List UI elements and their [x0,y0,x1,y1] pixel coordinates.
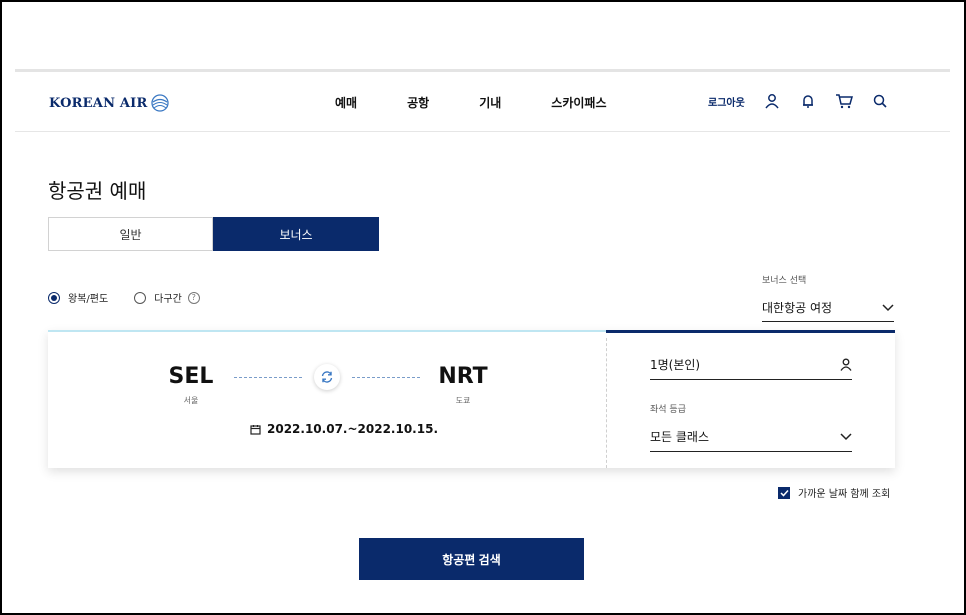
travel-dates[interactable]: 2022.10.07.~2022.10.15. [250,422,438,436]
nav-skypass[interactable]: 스카이패스 [551,94,606,111]
passenger-select[interactable]: 1명(본인) [650,350,852,380]
nearby-dates-label: 가까운 날짜 함께 조회 [798,489,891,500]
swap-airports-button[interactable] [314,364,340,390]
cabin-class-label: 좌석 등급 [650,405,686,415]
chevron-down-icon [840,432,852,440]
logout-link[interactable]: 로그아웃 [708,94,745,109]
origin-code: SEL [168,364,214,389]
panel-divider [606,338,607,468]
passenger-value: 1명(본인) [650,358,701,372]
user-icon[interactable] [763,92,781,110]
site-header: KOREAN AIR 예매 공항 기내 스카이패스 로그아웃 [15,72,950,132]
travel-dates-text: 2022.10.07.~2022.10.15. [267,422,438,436]
search-flights-button[interactable]: 항공편 검색 [359,538,584,580]
bonus-select-value: 대한항공 여정 [762,301,833,315]
calendar-icon [250,424,261,435]
radio-multicity[interactable]: 다구간 ? [134,290,200,305]
booking-type-tabs: 일반 보너스 [48,217,379,251]
nav-booking[interactable]: 예매 [335,94,357,111]
korean-air-logo[interactable]: KOREAN AIR [49,92,170,114]
radio-multicity-label: 다구간 [154,294,182,305]
radio-roundtrip-dot[interactable] [48,291,60,304]
header-utilities: 로그아웃 [708,92,907,110]
nav-airport[interactable]: 공항 [407,94,429,111]
checkbox-checked[interactable] [778,486,790,499]
route-line-left [234,377,302,378]
nav-inflight[interactable]: 기내 [479,94,501,111]
destination-airport[interactable]: NRT 도쿄 [433,364,493,406]
cabin-class-select[interactable]: 모든 클래스 [650,422,852,452]
bonus-select[interactable]: 대한항공 여정 [762,294,894,322]
destination-code: NRT [438,364,488,389]
cabin-class-value: 모든 클래스 [650,430,710,444]
nearby-dates-checkbox[interactable]: 가까운 날짜 함께 조회 [778,485,890,500]
page-title: 항공권 예매 [48,179,147,203]
trip-type-radios: 왕복/편도 다구간 ? [48,290,226,305]
radio-multicity-dot[interactable] [134,291,147,304]
bell-icon[interactable] [799,92,817,110]
destination-city: 도쿄 [455,396,471,405]
cart-icon[interactable] [835,92,853,110]
chevron-down-icon [882,303,894,311]
route-line-right [352,377,420,378]
options-panel-accent [606,330,895,333]
logo-text: KOREAN AIR [49,95,148,111]
origin-airport[interactable]: SEL 서울 [161,364,221,406]
main-nav: 예매 공항 기내 스카이패스 [335,94,606,111]
person-icon [840,358,852,371]
bonus-select-label: 보너스 선택 [762,276,807,286]
tab-general[interactable]: 일반 [48,217,213,251]
taeguk-logo-icon [151,94,170,112]
radio-roundtrip-label: 왕복/편도 [68,294,109,305]
check-icon [779,489,789,497]
origin-city: 서울 [183,396,199,405]
search-icon[interactable] [871,92,889,110]
help-icon[interactable]: ? [187,291,200,304]
search-panel: SEL 서울 NRT 도쿄 2022.10.07.~2022.10.15. 1명… [48,330,895,468]
radio-roundtrip[interactable]: 왕복/편도 [48,290,108,305]
swap-icon [321,371,333,383]
tab-bonus[interactable]: 보너스 [213,217,379,251]
route-panel-accent [48,330,606,332]
